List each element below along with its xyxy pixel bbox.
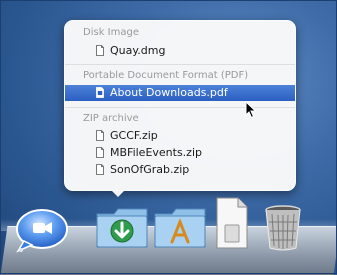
group-header-pdf: Portable Document Format (PDF) (83, 70, 249, 81)
menu-item-sonofgrab-zip[interactable]: SonOfGrab.zip (65, 162, 295, 178)
menu-item-label: About Downloads.pdf (110, 86, 228, 99)
menu-item-label: MBFileEvents.zip (110, 146, 202, 159)
group-header-zip-archive: ZIP archive (83, 113, 139, 124)
separator (65, 107, 295, 108)
menu-item-label: Quay.dmg (110, 44, 166, 57)
menu-item-label: SonOfGrab.zip (110, 163, 190, 176)
trash-icon[interactable] (262, 204, 304, 252)
downloads-stack-menu: Disk Image Quay.dmg Portable Document Fo… (64, 20, 296, 197)
menu-item-label: GCCF.zip (110, 129, 158, 142)
downloads-stack-icon[interactable] (94, 206, 150, 250)
zip-document-icon (96, 147, 104, 158)
zip-document-icon (96, 130, 104, 141)
ichat-icon[interactable] (14, 208, 68, 254)
applications-folder-icon[interactable] (152, 206, 208, 250)
document-icon[interactable] (214, 196, 250, 250)
running-indicator (19, 248, 23, 252)
zip-document-icon (96, 164, 104, 175)
pdf-document-icon (96, 87, 104, 98)
menu-item-gccf-zip[interactable]: GCCF.zip (65, 128, 295, 144)
menu-item-quay-dmg[interactable]: Quay.dmg (65, 43, 295, 59)
menu-item-about-downloads-pdf[interactable]: About Downloads.pdf (65, 85, 295, 101)
mouse-pointer-icon (245, 101, 257, 119)
group-header-disk-image: Disk Image (83, 27, 139, 38)
separator (65, 64, 295, 65)
menu-item-mbfileevents-zip[interactable]: MBFileEvents.zip (65, 145, 295, 161)
document-icon (96, 45, 104, 56)
